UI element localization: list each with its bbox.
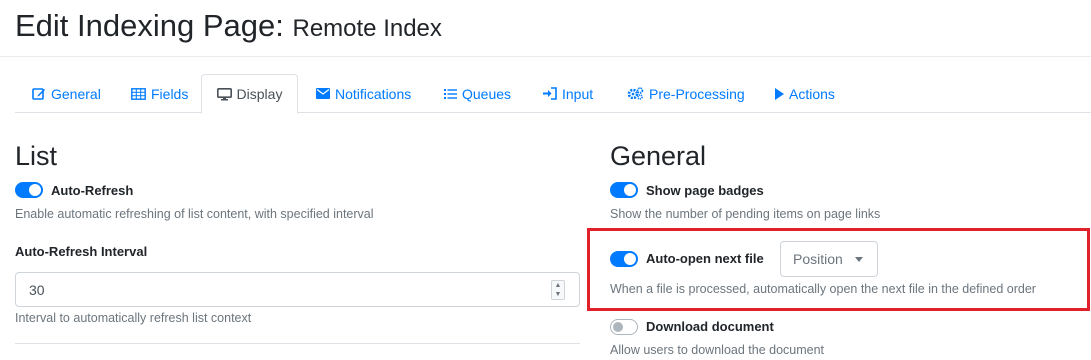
tab-bar: General Fields Display Notifications Que… [15,74,1091,114]
interval-help: Interval to automatically refresh list c… [15,311,252,325]
caret-down-icon [855,257,863,262]
download-toggle[interactable] [610,319,638,335]
tab-actions[interactable]: Actions [774,74,835,113]
tab-general-label: General [51,85,101,102]
interval-value: 30 [29,282,45,298]
interval-spinner[interactable]: ▲ ▼ [551,280,565,300]
tab-fields[interactable]: Fields [131,74,188,113]
page-title-subtitle: Remote Index [292,15,442,42]
envelope-icon [316,88,330,99]
general-heading: General [610,141,707,171]
tab-input[interactable]: Input [543,74,593,113]
tab-display-label: Display [236,86,283,102]
tab-notifications[interactable]: Notifications [316,74,411,113]
tab-queues[interactable]: Queues [444,74,511,113]
list-icon [444,88,457,99]
download-help: Allow users to download the document [610,343,825,357]
show-badges-toggle[interactable] [610,182,638,198]
auto-open-toggle[interactable] [610,251,638,267]
auto-refresh-help: Enable automatic refreshing of list cont… [15,207,374,221]
page-title: Edit Indexing Page: Remote Index [15,8,442,44]
show-badges-help: Show the number of pending items on page… [610,207,881,221]
play-icon [775,87,784,100]
cogs-icon [627,87,644,100]
list-heading: List [15,141,58,171]
auto-open-label: Auto-open next file [646,251,764,266]
tab-general[interactable]: General [32,74,101,113]
spinner-up-icon[interactable]: ▲ [555,282,562,289]
auto-refresh-toggle[interactable] [15,182,43,198]
tab-pre-processing[interactable]: Pre-Processing [627,74,745,113]
download-label: Download document [646,319,774,334]
tab-display[interactable]: Display [201,74,298,114]
title-divider [0,56,1091,57]
tab-queues-label: Queues [462,85,512,102]
tab-input-label: Input [562,85,594,102]
auto-refresh-label: Auto-Refresh [51,183,134,198]
list-divider [15,343,580,344]
order-dropdown-value: Position [793,251,843,267]
desktop-icon [216,87,232,100]
interval-label: Auto-Refresh Interval [15,244,148,259]
show-badges-label: Show page badges [646,183,764,198]
tab-pre-processing-label: Pre-Processing [649,85,745,102]
sign-in-icon [543,87,557,100]
tab-actions-label: Actions [789,85,835,102]
tab-notifications-label: Notifications [335,85,412,102]
interval-input[interactable]: 30 ▲ ▼ [15,272,580,307]
order-dropdown[interactable]: Position [780,241,878,277]
table-icon [131,87,146,100]
spinner-down-icon[interactable]: ▼ [555,291,562,298]
auto-open-help: When a file is processed, automatically … [610,282,1036,296]
edit-icon [32,88,45,100]
tab-fields-label: Fields [151,85,189,102]
page-title-main: Edit Indexing Page: [15,8,284,43]
